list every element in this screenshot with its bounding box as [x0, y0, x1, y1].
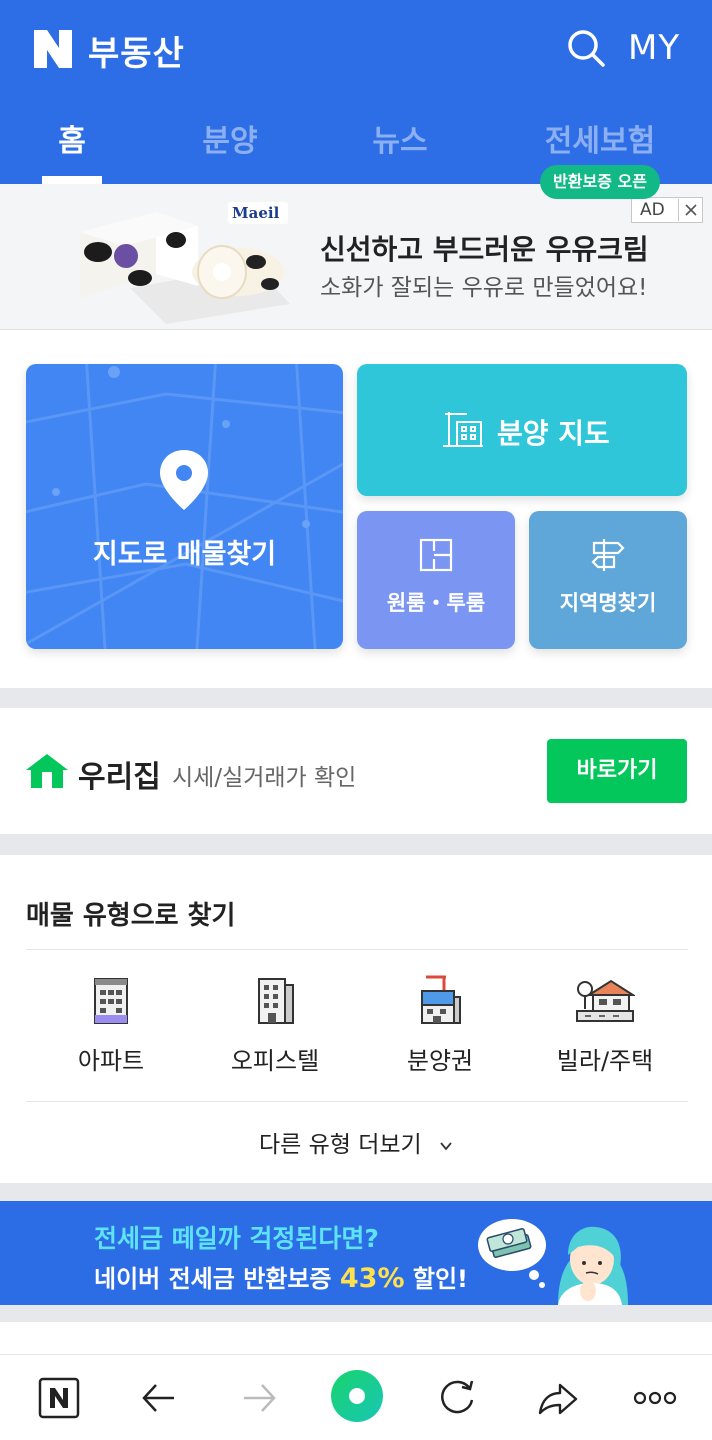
tab-home[interactable]: 홈: [42, 116, 102, 160]
ad-mark-divider: [678, 199, 679, 221]
section-divider: [26, 949, 688, 950]
brand-title[interactable]: 부동산: [88, 26, 185, 75]
map-search-label: 지도로 매물찾기: [92, 539, 277, 570]
forward-arrow-icon[interactable]: [234, 1373, 284, 1423]
worried-person-illustration: [478, 1219, 628, 1305]
section-divider: [26, 1101, 688, 1102]
naver-home-icon[interactable]: [34, 1373, 84, 1423]
location-pin-icon: [160, 450, 208, 510]
our-house-title: 우리집: [78, 760, 161, 795]
tab-jeonse-insurance[interactable]: 전세보험: [540, 116, 660, 160]
more-types-button[interactable]: 다른 유형 더보기: [0, 1125, 712, 1159]
ad-label: AD: [640, 200, 665, 220]
content-bottom: [0, 1322, 712, 1354]
region-search-card[interactable]: 지역명찾기: [529, 511, 687, 649]
search-icon[interactable]: [566, 28, 606, 68]
share-icon[interactable]: [532, 1373, 582, 1423]
section-title: 매물 유형으로 찾기: [26, 901, 236, 931]
more-types-label: 다른 유형 더보기: [258, 1132, 422, 1158]
officetel-icon: [258, 978, 294, 1024]
map-search-card[interactable]: 지도로 매물찾기: [26, 364, 343, 649]
type-apartment[interactable]: 아파트: [26, 975, 196, 1076]
type-villa[interactable]: 빌라/주택: [520, 975, 690, 1076]
type-label: 분양권: [406, 1047, 474, 1075]
ad-close-icon[interactable]: [684, 203, 698, 217]
bunyang-map-label: 분양 지도: [497, 417, 610, 450]
active-tab-indicator: [42, 176, 102, 184]
our-house-subtitle: 시세/실거래가 확인: [172, 765, 357, 791]
type-label: 아파트: [77, 1047, 145, 1075]
bunyang-map-card[interactable]: 분양 지도: [357, 364, 687, 496]
ad-brand-logo: Maeil: [232, 204, 280, 222]
type-presale[interactable]: 분양권: [355, 975, 525, 1076]
apartment-icon: [94, 978, 128, 1024]
more-options-icon[interactable]: [630, 1373, 680, 1423]
go-button[interactable]: 바로가기: [547, 739, 687, 803]
ad-banner[interactable]: Maeil 신선하고 부드러운 우유크림 소화가 잘되는 우유로 만들었어요!: [0, 184, 712, 330]
banner-headline: 전세금 떼일까 걱정된다면?: [94, 1224, 379, 1253]
refresh-icon[interactable]: [432, 1373, 482, 1423]
oneroom-card[interactable]: 원룸・투룸: [357, 511, 515, 649]
banner-subline: 네이버 전세금 반환보증 43% 할인!: [94, 1259, 468, 1294]
our-house-section: 우리집 시세/실거래가 확인 바로가기: [0, 708, 712, 834]
house-icon: [26, 754, 68, 788]
villa-icon: [576, 979, 635, 1022]
browser-toolbar: [0, 1354, 712, 1440]
green-dot-icon[interactable]: [330, 1369, 384, 1423]
my-button[interactable]: MY: [628, 28, 680, 68]
type-officetel[interactable]: 오피스텔: [190, 975, 360, 1076]
banner-discount: 43%: [339, 1263, 405, 1294]
ad-title[interactable]: 신선하고 부드러운 우유크림: [320, 228, 649, 268]
tab-bunyang[interactable]: 분양: [190, 116, 270, 160]
chevron-down-icon: [440, 1141, 452, 1150]
type-label: 빌라/주택: [556, 1047, 654, 1075]
tab-news[interactable]: 뉴스: [360, 116, 440, 160]
back-arrow-icon[interactable]: [134, 1373, 184, 1423]
ad-subtitle[interactable]: 소화가 잘되는 우유로 만들었어요!: [320, 268, 647, 302]
region-search-label: 지역명찾기: [559, 591, 657, 615]
building-crane-icon: [443, 412, 483, 447]
tab-badge: 반환보증 오픈: [540, 165, 660, 199]
ad-mark[interactable]: AD: [631, 197, 703, 223]
type-label: 오피스텔: [230, 1047, 320, 1075]
app-header: 부동산 MY 홈 분양 뉴스 전세보험: [0, 0, 712, 184]
jeonse-banner[interactable]: 전세금 떼일까 걱정된다면? 네이버 전세금 반환보증 43% 할인!: [0, 1201, 712, 1305]
property-type-section: 매물 유형으로 찾기 아파트 오피스텔 분양권 빌라/주택 다른 유형 더보기: [0, 855, 712, 1183]
oneroom-label: 원룸・투룸: [386, 591, 486, 615]
banner-subline-suffix: 할인!: [404, 1265, 468, 1293]
quick-menu: 지도로 매물찾기 분양 지도 원룸・투룸 지역명찾기: [0, 330, 712, 688]
naver-logo-icon[interactable]: [34, 30, 72, 68]
signpost-icon: [591, 539, 625, 571]
banner-subline-prefix: 네이버 전세금 반환보증: [94, 1265, 340, 1293]
presale-icon: [421, 975, 461, 1024]
floorplan-icon: [419, 538, 453, 572]
